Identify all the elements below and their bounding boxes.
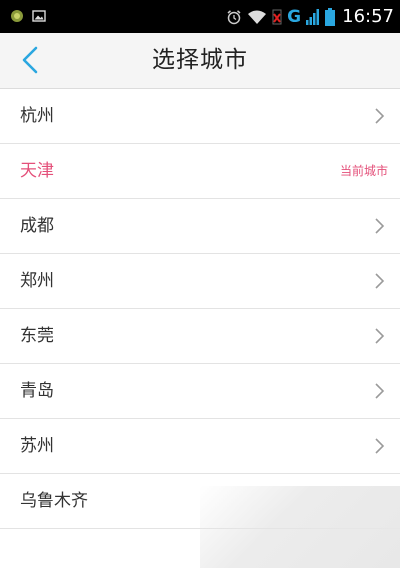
city-name: 成都 <box>20 216 54 236</box>
city-row-tianjin[interactable]: 天津 当前城市 <box>0 144 400 199</box>
current-city-badge: 当前城市 <box>339 164 388 178</box>
city-row-dongguan[interactable]: 东莞 <box>0 309 400 364</box>
chevron-right-icon <box>375 108 385 124</box>
city-row-suzhou[interactable]: 苏州 <box>0 419 400 474</box>
status-bar: G 16:57 <box>0 0 400 33</box>
app-notification-icon <box>11 10 23 22</box>
city-row-zhengzhou[interactable]: 郑州 <box>0 254 400 309</box>
city-name: 乌鲁木齐 <box>20 491 88 511</box>
city-row-chengdu[interactable]: 成都 <box>0 199 400 254</box>
chevron-right-icon <box>375 328 385 344</box>
city-row-hangzhou[interactable]: 杭州 <box>0 89 400 144</box>
alarm-icon <box>227 9 241 24</box>
city-list: 杭州 天津 当前城市 成都 郑州 东莞 青岛 苏州 乌鲁木齐 <box>0 89 400 529</box>
clock-time: 16:57 <box>342 6 394 27</box>
corner-shadow-overlay <box>200 486 400 568</box>
city-name: 苏州 <box>20 436 54 456</box>
city-name: 郑州 <box>20 271 54 291</box>
city-name: 东莞 <box>20 326 54 346</box>
image-notification-icon <box>32 10 46 22</box>
city-name: 青岛 <box>20 381 54 401</box>
chevron-right-icon <box>375 218 385 234</box>
chevron-right-icon <box>375 438 385 454</box>
city-name: 杭州 <box>20 106 54 126</box>
page-title: 选择城市 <box>152 47 248 73</box>
city-row-qingdao[interactable]: 青岛 <box>0 364 400 419</box>
signal-strength-icon <box>306 8 320 25</box>
chevron-right-icon <box>375 273 385 289</box>
wifi-icon <box>248 10 267 24</box>
network-type-label: G <box>287 6 302 27</box>
no-sim-icon <box>272 9 282 24</box>
header-bar: 选择城市 <box>0 33 400 89</box>
battery-icon <box>325 7 336 26</box>
city-name: 天津 <box>20 161 54 181</box>
chevron-right-icon <box>375 383 385 399</box>
